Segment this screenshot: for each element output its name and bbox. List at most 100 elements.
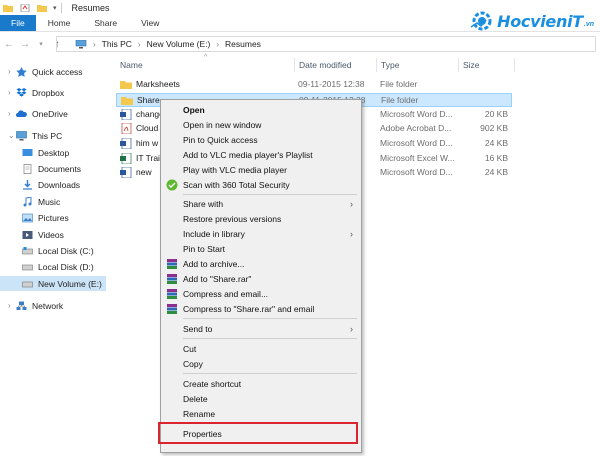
customize-toolbar-icon[interactable]: ▾ xyxy=(53,4,57,12)
file-row[interactable]: Marksheets 09-11-2015 12:38 File folder xyxy=(116,78,512,92)
menu-item-open-new-window[interactable]: Open in new window xyxy=(161,118,361,132)
nav-network[interactable]: › Network xyxy=(8,298,63,313)
tab-share[interactable]: Share xyxy=(82,15,129,31)
menu-label: Send to xyxy=(183,324,213,334)
recent-chevron-icon[interactable]: ▾ xyxy=(34,37,48,51)
new-folder-icon[interactable] xyxy=(37,4,47,12)
tab-view[interactable]: View xyxy=(129,15,171,31)
menu-item-compress-email[interactable]: Compress and email... xyxy=(161,287,361,301)
tab-file[interactable]: File xyxy=(0,15,36,31)
file-size: 20 KB xyxy=(484,109,508,119)
chevron-right-icon[interactable]: › xyxy=(8,301,16,310)
security-scan-icon xyxy=(166,179,178,191)
excel-icon xyxy=(120,153,132,164)
sort-ascending-icon: ^ xyxy=(204,54,208,61)
back-arrow-icon[interactable]: ← xyxy=(2,37,16,51)
breadcrumb-chevron-icon: › xyxy=(137,39,141,49)
chevron-right-icon[interactable]: › xyxy=(8,88,16,97)
menu-item-scan-360[interactable]: Scan with 360 Total Security xyxy=(161,178,361,192)
drive-icon xyxy=(22,281,33,287)
forward-arrow-icon[interactable]: → xyxy=(18,37,32,51)
file-type: File folder xyxy=(381,95,419,105)
submenu-arrow-icon: › xyxy=(350,324,353,334)
menu-label: Play with VLC media player xyxy=(183,165,287,175)
chevron-right-icon[interactable]: › xyxy=(8,67,16,76)
column-divider[interactable] xyxy=(458,58,459,72)
menu-label: Add to "Share.rar" xyxy=(183,274,252,284)
menu-item-cut[interactable]: Cut xyxy=(161,342,361,356)
menu-item-rename[interactable]: Rename xyxy=(161,407,361,421)
menu-label: Add to archive... xyxy=(183,259,245,269)
menu-item-restore-versions[interactable]: Restore previous versions xyxy=(161,212,361,226)
nav-downloads[interactable]: Downloads xyxy=(22,177,80,192)
nav-local-disk-c[interactable]: Local Disk (C:) xyxy=(22,243,94,258)
file-name: Marksheets xyxy=(136,79,180,89)
file-date: 09-11-2015 12:38 xyxy=(298,79,365,89)
nav-onedrive[interactable]: › OneDrive xyxy=(8,106,68,121)
chevron-down-icon[interactable]: ⌄ xyxy=(8,131,16,140)
nav-label: Videos xyxy=(38,229,64,240)
menu-label: Restore previous versions xyxy=(183,214,282,224)
menu-item-add-share-rar[interactable]: Add to "Share.rar" xyxy=(161,272,361,286)
breadcrumb-this-pc[interactable]: This PC xyxy=(102,39,132,49)
nav-documents[interactable]: Documents xyxy=(22,161,81,176)
computer-icon xyxy=(75,39,87,48)
picture-icon xyxy=(22,213,33,222)
logo-gear-icon xyxy=(470,11,492,31)
menu-item-copy[interactable]: Copy xyxy=(161,357,361,371)
column-header-size[interactable]: Size xyxy=(463,58,480,72)
column-divider[interactable] xyxy=(514,58,515,72)
folder-icon xyxy=(3,4,13,12)
menu-item-pin-start[interactable]: Pin to Start xyxy=(161,242,361,256)
menu-item-send-to[interactable]: Send to › xyxy=(161,322,361,336)
file-type: Adobe Acrobat D... xyxy=(380,123,452,133)
winrar-icon xyxy=(167,259,177,269)
column-divider[interactable] xyxy=(376,58,377,72)
nav-videos[interactable]: Videos xyxy=(22,227,64,242)
menu-item-create-shortcut[interactable]: Create shortcut xyxy=(161,377,361,391)
menu-item-delete[interactable]: Delete xyxy=(161,392,361,406)
menu-item-open[interactable]: Open xyxy=(161,103,361,117)
column-divider[interactable] xyxy=(294,58,295,72)
menu-item-share-with[interactable]: Share with › xyxy=(161,197,361,211)
menu-item-compress-share-email[interactable]: Compress to "Share.rar" and email xyxy=(161,302,361,316)
column-header-name[interactable]: Name xyxy=(120,58,143,72)
chevron-right-icon[interactable]: › xyxy=(8,109,16,118)
document-icon xyxy=(23,163,32,174)
properties-icon[interactable] xyxy=(20,3,30,12)
file-type: File folder xyxy=(380,79,418,89)
nav-this-pc[interactable]: ⌄ This PC xyxy=(8,128,62,143)
menu-label: Share with xyxy=(183,199,224,209)
menu-item-play-vlc[interactable]: Play with VLC media player xyxy=(161,163,361,177)
file-type: Microsoft Word D... xyxy=(380,167,453,177)
menu-item-vlc-playlist[interactable]: Add to VLC media player's Playlist xyxy=(161,148,361,162)
nav-desktop[interactable]: Desktop xyxy=(22,145,69,160)
breadcrumb-chevron-icon: › xyxy=(216,39,220,49)
nav-pictures[interactable]: Pictures xyxy=(22,210,69,225)
desktop-icon xyxy=(22,148,33,156)
menu-item-pin-quick-access[interactable]: Pin to Quick access xyxy=(161,133,361,147)
cloud-icon xyxy=(16,109,27,117)
breadcrumb-new-volume[interactable]: New Volume (E:) xyxy=(147,39,211,49)
nav-dropbox[interactable]: › Dropbox xyxy=(8,85,64,100)
nav-label: This PC xyxy=(32,130,63,141)
dropbox-icon xyxy=(16,87,27,97)
menu-item-add-archive[interactable]: Add to archive... xyxy=(161,257,361,271)
tab-home[interactable]: Home xyxy=(36,15,83,31)
nav-new-volume-e[interactable]: New Volume (E:) xyxy=(0,276,106,291)
nav-quick-access[interactable]: › Quick access xyxy=(8,64,83,79)
nav-music[interactable]: Music xyxy=(22,194,60,209)
column-header-type[interactable]: Type xyxy=(381,58,399,72)
file-type: Microsoft Word D... xyxy=(380,138,453,148)
breadcrumb-resumes[interactable]: Resumes xyxy=(225,39,261,49)
address-row: ← → ▾ ↑ › This PC › New Volume (E:) › Re… xyxy=(0,33,600,55)
breadcrumb-chevron-icon: › xyxy=(93,39,96,49)
file-size: 16 KB xyxy=(484,153,508,163)
column-header-date[interactable]: Date modified xyxy=(299,58,351,72)
nav-local-disk-d[interactable]: Local Disk (D:) xyxy=(22,259,94,274)
address-bar[interactable]: › This PC › New Volume (E:) › Resumes xyxy=(56,36,596,52)
music-icon xyxy=(23,196,32,206)
menu-item-include-library[interactable]: Include in library › xyxy=(161,227,361,241)
menu-label: Pin to Start xyxy=(183,244,226,254)
menu-label: Scan with 360 Total Security xyxy=(183,180,290,190)
